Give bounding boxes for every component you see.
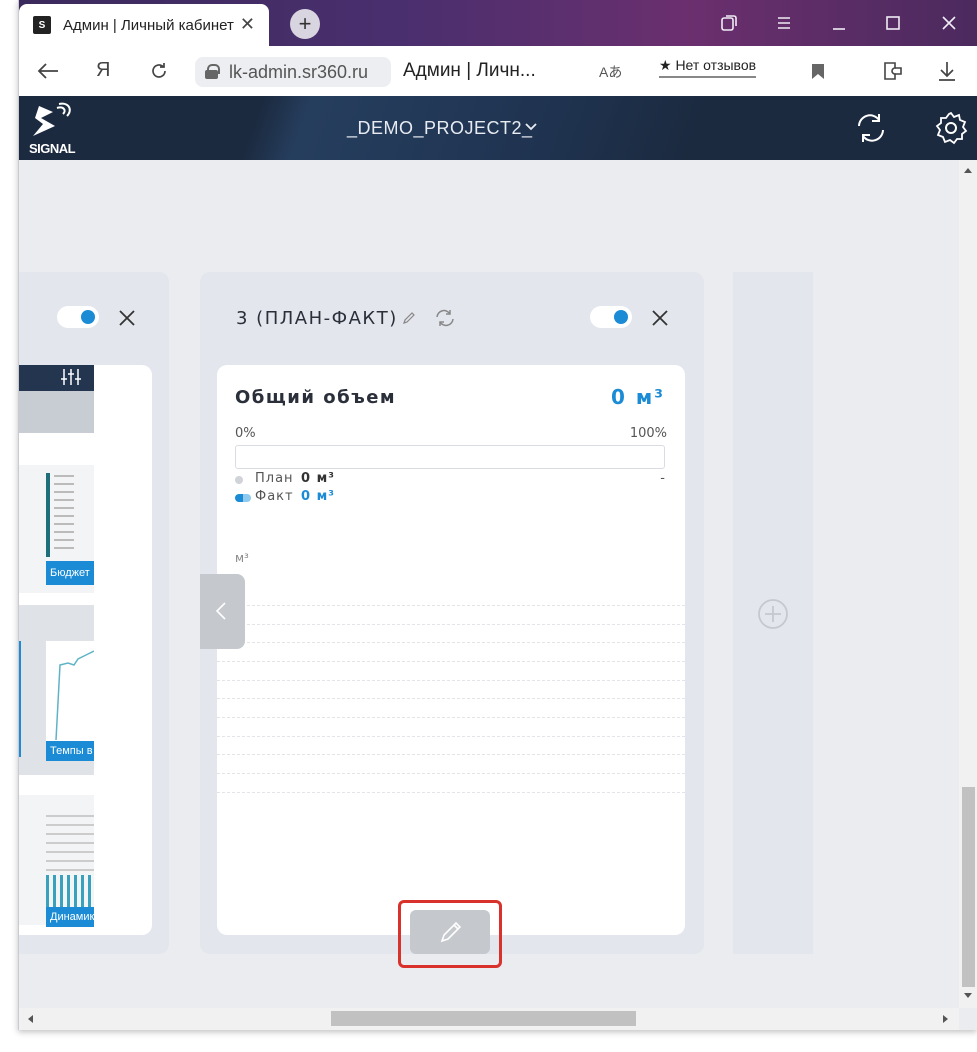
progress-min-label: 0% bbox=[235, 426, 256, 441]
panel-left-toggle[interactable] bbox=[57, 306, 99, 328]
dashboard-panel-left: Бюджет Темпы в ? Динамик bbox=[19, 272, 169, 954]
metric-title: Общий объем bbox=[235, 387, 397, 408]
new-tab-button[interactable]: + bbox=[290, 9, 320, 39]
vertical-scrollbar[interactable] bbox=[959, 160, 977, 1008]
sync-icon[interactable] bbox=[853, 110, 889, 146]
tab-title: Админ | Личный кабинет bbox=[63, 16, 234, 34]
address-page-title: Админ | Личн... bbox=[403, 60, 536, 81]
left-thumb-label-2: Темпы в bbox=[46, 741, 94, 761]
minimize-icon[interactable] bbox=[831, 15, 847, 31]
yandex-icon[interactable]: Я bbox=[96, 59, 110, 82]
menu-icon[interactable] bbox=[776, 15, 792, 31]
logo-text: SIGNAL bbox=[29, 141, 76, 156]
panel-left-card: Бюджет Темпы в ? Динамик bbox=[19, 365, 152, 935]
download-icon[interactable] bbox=[937, 60, 957, 82]
bookmark-icon[interactable] bbox=[811, 63, 825, 80]
left-thumb-label-3: Динамик bbox=[46, 907, 94, 927]
close-window-icon[interactable] bbox=[941, 15, 957, 31]
signal-logo[interactable]: SIGNAL bbox=[29, 102, 76, 156]
browser-window: S Админ | Личный кабинет ✕ + Я lk-admin.… bbox=[18, 0, 977, 1030]
scroll-left-arrow-icon[interactable] bbox=[26, 1014, 34, 1024]
browser-tab-active[interactable]: S Админ | Личный кабинет ✕ bbox=[19, 4, 269, 46]
url-field[interactable]: lk-admin.sr360.ru bbox=[195, 57, 391, 87]
chart-unit-label: м³ bbox=[235, 551, 249, 565]
scroll-up-arrow-icon[interactable] bbox=[963, 166, 973, 174]
dashboard-content: Бюджет Темпы в ? Динамик 3 (ПЛ bbox=[19, 160, 959, 1008]
panel-main-close-icon[interactable] bbox=[652, 310, 668, 326]
signal-logo-icon bbox=[33, 102, 71, 136]
vertical-scroll-thumb[interactable] bbox=[962, 787, 975, 987]
add-circle-icon[interactable] bbox=[757, 598, 789, 630]
reviews-link[interactable]: ★ Нет отзывов bbox=[659, 57, 757, 78]
scroll-left-button[interactable] bbox=[200, 574, 245, 649]
fact-label: Факт bbox=[255, 489, 294, 504]
left-widget-band bbox=[19, 391, 94, 433]
tab-bar: S Админ | Личный кабинет ✕ + bbox=[19, 0, 977, 46]
chevron-left-icon bbox=[216, 602, 226, 620]
collections-icon[interactable] bbox=[719, 13, 739, 33]
filter-sliders-icon[interactable] bbox=[59, 367, 83, 387]
reload-icon[interactable] bbox=[149, 61, 169, 81]
edit-widget-button[interactable] bbox=[410, 910, 490, 954]
scroll-right-arrow-icon[interactable] bbox=[942, 1014, 950, 1024]
panel-sync-icon[interactable] bbox=[434, 308, 456, 328]
metric-total-value: 0 м³ bbox=[611, 385, 665, 409]
plan-dash: - bbox=[660, 471, 665, 486]
left-thumb-1[interactable]: Бюджет bbox=[19, 465, 94, 593]
left-thumb-line-chart bbox=[55, 650, 94, 741]
edit-title-pencil-icon[interactable] bbox=[402, 311, 416, 325]
horizontal-scrollbar[interactable] bbox=[19, 1008, 959, 1030]
progress-bar bbox=[235, 445, 665, 469]
address-bar: Я lk-admin.sr360.ru Админ | Личн... Aあ ★… bbox=[19, 46, 977, 96]
plan-legend-dot bbox=[235, 476, 243, 484]
scroll-down-arrow-icon[interactable] bbox=[963, 992, 973, 1000]
left-widget-band-2: Темпы в bbox=[19, 605, 94, 775]
panel-title: 3 (ПЛАН-ФАКТ) bbox=[236, 308, 398, 329]
add-panel[interactable] bbox=[733, 272, 813, 954]
project-selector[interactable]: _DEMO_PROJECT2_ bbox=[347, 118, 533, 139]
url-text: lk-admin.sr360.ru bbox=[229, 61, 369, 82]
chevron-down-icon[interactable] bbox=[525, 123, 537, 131]
left-thumb-3[interactable]: ? Динамик bbox=[19, 795, 94, 927]
progress-max-label: 100% bbox=[629, 426, 667, 441]
horizontal-scroll-thumb[interactable] bbox=[331, 1011, 636, 1026]
plan-label: План bbox=[255, 471, 294, 486]
plan-value: 0 м³ bbox=[301, 471, 335, 486]
fact-value: 0 м³ bbox=[301, 489, 335, 504]
extensions-icon[interactable] bbox=[881, 60, 905, 82]
tab-close-icon[interactable]: ✕ bbox=[240, 14, 255, 35]
pencil-icon bbox=[440, 921, 462, 943]
metric-card: Общий объем 0 м³ 0% 100% План 0 м³ - Фак… bbox=[217, 365, 685, 935]
panel-main-toggle[interactable] bbox=[590, 306, 632, 328]
back-icon[interactable] bbox=[37, 62, 59, 80]
fact-legend-dot bbox=[235, 494, 251, 502]
translate-icon[interactable]: Aあ bbox=[599, 62, 622, 82]
maximize-icon[interactable] bbox=[885, 15, 901, 31]
lock-icon bbox=[205, 64, 220, 79]
favicon-icon: S bbox=[33, 16, 51, 34]
panel-left-close-icon[interactable] bbox=[119, 310, 135, 326]
app-header: SIGNAL _DEMO_PROJECT2_ bbox=[19, 96, 977, 160]
settings-gear-icon[interactable] bbox=[933, 110, 969, 146]
dashboard-panel-main: 3 (ПЛАН-ФАКТ) Общий объем 0 м³ 0% 100% П… bbox=[200, 272, 704, 968]
left-thumb-label-1: Бюджет bbox=[46, 561, 94, 585]
